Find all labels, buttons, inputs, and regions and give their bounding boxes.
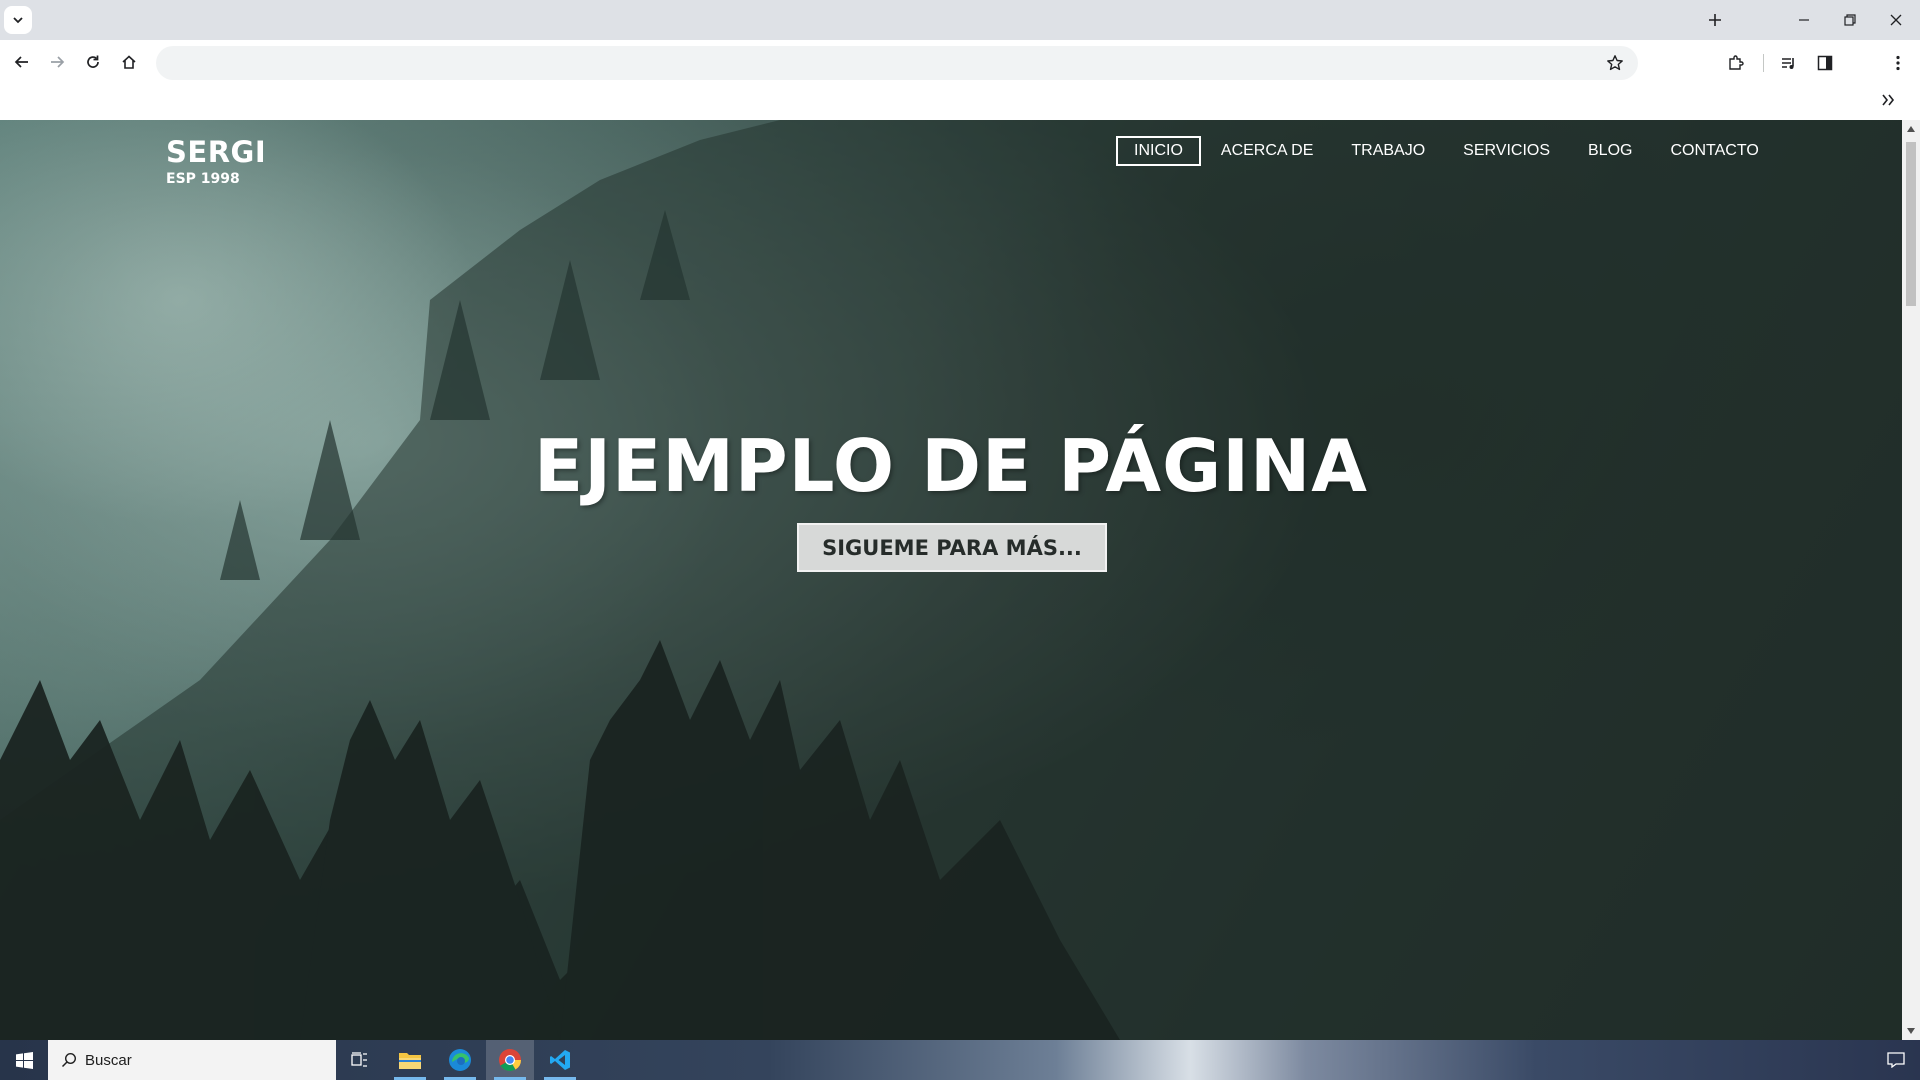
reload-button[interactable] (79, 48, 107, 76)
side-panel-icon (1817, 55, 1833, 71)
forward-button[interactable] (43, 48, 71, 76)
browser-menu-button[interactable] (1883, 48, 1913, 78)
scroll-down-button[interactable] (1902, 1022, 1920, 1040)
folder-icon (399, 1053, 421, 1069)
star-icon (1607, 55, 1623, 71)
start-button[interactable] (0, 1040, 48, 1080)
nav-link-contacto[interactable]: CONTACTO (1652, 136, 1776, 166)
arrow-left-icon (14, 56, 28, 68)
restore-icon (1844, 14, 1856, 26)
scrollbar-thumb[interactable] (1906, 142, 1916, 306)
page-viewport: SERGI ESP 1998 INICIO ACERCA DE TRABAJO … (0, 120, 1902, 1040)
taskbar-vscode[interactable] (536, 1040, 584, 1080)
triangle-down-icon (1907, 1028, 1915, 1034)
nav-link-blog[interactable]: BLOG (1570, 136, 1650, 166)
double-chevron-right-icon (1882, 94, 1895, 106)
media-controls-button[interactable] (1774, 48, 1804, 78)
taskbar-edge[interactable] (436, 1040, 484, 1080)
hero-title: EJEMPLO DE PÁGINA (534, 424, 1368, 508)
vscode-icon (550, 1050, 570, 1070)
taskbar-search-box[interactable]: Buscar (48, 1040, 336, 1080)
tab-search-button[interactable] (4, 6, 32, 34)
triangle-up-icon (1907, 126, 1915, 132)
taskbar-search-text: Buscar (85, 1051, 132, 1069)
restore-button[interactable] (1827, 0, 1873, 40)
arrow-right-icon (51, 56, 65, 68)
hero-follow-button[interactable]: SIGUEME PARA MÁS... (797, 523, 1107, 572)
nav-link-acerca-de[interactable]: ACERCA DE (1203, 136, 1331, 166)
reload-icon (87, 55, 99, 68)
side-panel-button[interactable] (1810, 48, 1840, 78)
search-icon (61, 1052, 77, 1068)
task-view-button[interactable] (336, 1040, 384, 1080)
site-logo-name: SERGI (166, 135, 267, 169)
task-view-icon (351, 1052, 367, 1067)
close-window-button[interactable] (1873, 0, 1919, 40)
chrome-icon (499, 1049, 521, 1071)
edge-icon (449, 1049, 471, 1071)
taskbar-file-explorer[interactable] (386, 1040, 434, 1080)
extensions-button[interactable] (1721, 48, 1751, 78)
plus-icon (1709, 14, 1721, 26)
new-tab-button[interactable] (1701, 6, 1729, 34)
notification-icon (1887, 1052, 1905, 1068)
nav-link-inicio[interactable]: INICIO (1116, 136, 1201, 166)
address-bar[interactable] (156, 46, 1638, 80)
site-navigation: INICIO ACERCA DE TRABAJO SERVICIOS BLOG … (1116, 136, 1779, 166)
tab-strip (0, 0, 1920, 40)
scroll-up-button[interactable] (1902, 120, 1920, 138)
site-logo[interactable]: SERGI ESP 1998 (166, 135, 266, 188)
chevron-down-icon (13, 17, 23, 24)
home-button[interactable] (115, 48, 143, 76)
site-logo-subtitle: ESP 1998 (166, 171, 240, 187)
nav-link-servicios[interactable]: SERVICIOS (1445, 136, 1568, 166)
windows-taskbar: Buscar (0, 1040, 1920, 1080)
back-button[interactable] (8, 48, 36, 76)
notification-center-button[interactable] (1872, 1040, 1920, 1080)
playlist-icon (1782, 58, 1794, 69)
bookmarks-bar (0, 84, 1920, 120)
taskbar-chrome[interactable] (486, 1040, 534, 1080)
forest-background-image (0, 120, 1902, 1040)
puzzle-icon (1729, 55, 1744, 70)
toolbar-separator (1763, 54, 1764, 72)
minimize-button[interactable] (1781, 0, 1827, 40)
address-input[interactable] (174, 46, 1574, 80)
nav-link-trabajo[interactable]: TRABAJO (1333, 136, 1443, 166)
windows-logo-icon (15, 1051, 33, 1069)
close-icon (1890, 14, 1902, 26)
home-icon (122, 55, 136, 69)
bookmark-star-button[interactable] (1600, 48, 1630, 78)
minimize-icon (1799, 19, 1809, 21)
more-bookmarks-button[interactable] (1874, 86, 1902, 114)
kebab-menu-icon (1896, 55, 1900, 71)
